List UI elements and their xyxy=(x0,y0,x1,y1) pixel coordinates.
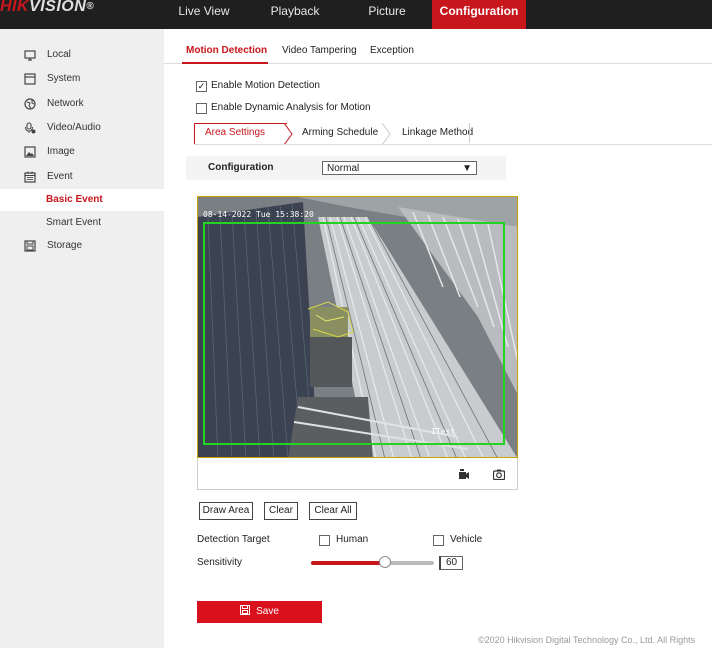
record-icon[interactable] xyxy=(458,469,470,480)
video-channel-label: ITest xyxy=(431,427,456,436)
save-button-label: Save xyxy=(256,606,279,617)
chevron-down-icon: ▼ xyxy=(462,163,472,174)
motion-detection-area[interactable] xyxy=(203,222,505,445)
human-checkbox[interactable] xyxy=(319,535,330,546)
sidebar-item-local[interactable]: Local xyxy=(0,44,164,66)
subtabs-baseline xyxy=(194,144,712,145)
floppy-icon xyxy=(24,240,36,252)
sensitivity-slider[interactable] xyxy=(311,561,434,565)
active-tab-underline xyxy=(182,62,268,64)
sidebar-item-video-audio[interactable]: Video/Audio xyxy=(0,117,164,139)
sidebar-item-storage[interactable]: Storage xyxy=(0,235,164,257)
configuration-select[interactable]: Normal ▼ xyxy=(322,161,477,175)
sensitivity-label: Sensitivity xyxy=(197,557,243,568)
sidebar-item-label: Smart Event xyxy=(46,217,102,228)
subtab-arrow xyxy=(382,123,391,145)
event-tabs: Motion Detection Video Tampering Excepti… xyxy=(164,29,712,64)
copyright-text: ©2020 Hikvision Digital Technology Co., … xyxy=(478,635,696,645)
video-preview[interactable]: 08-14-2022 Tue 15:38:20 ITest xyxy=(197,196,518,458)
sidebar-item-label: Image xyxy=(47,146,75,157)
nav-live-view[interactable]: Live View xyxy=(176,0,232,29)
vehicle-checkbox[interactable] xyxy=(433,535,444,546)
tab-video-tampering[interactable]: Video Tampering xyxy=(282,45,357,56)
video-toolbar xyxy=(197,458,518,490)
draw-area-button[interactable]: Draw Area xyxy=(199,502,253,520)
enable-dynamic-analysis-checkbox[interactable] xyxy=(196,103,207,114)
sidebar-item-label: Event xyxy=(47,171,73,182)
main-content: Motion Detection Video Tampering Excepti… xyxy=(164,29,712,648)
top-bar: HIKVISION® Live View Playback Picture Co… xyxy=(0,0,712,29)
video-timestamp: 08-14-2022 Tue 15:38:20 xyxy=(203,210,314,219)
detection-target-label: Detection Target xyxy=(197,534,270,545)
clear-button[interactable]: Clear xyxy=(264,502,298,520)
save-button[interactable]: Save xyxy=(197,601,322,623)
tab-exception[interactable]: Exception xyxy=(370,45,414,56)
sidebar-item-label: Local xyxy=(47,49,71,60)
sidebar-item-label: System xyxy=(47,73,81,84)
sensitivity-slider-handle[interactable] xyxy=(378,556,391,568)
enable-dynamic-analysis-label: Enable Dynamic Analysis for Motion xyxy=(211,102,371,113)
monitor-icon xyxy=(24,50,36,61)
sensitivity-value-input[interactable]: 60 xyxy=(439,556,463,570)
subtab-divider xyxy=(469,123,470,143)
enable-motion-detection-label: Enable Motion Detection xyxy=(211,80,320,91)
sidebar-item-network[interactable]: Network xyxy=(0,93,164,115)
subtab-area-settings[interactable]: Area Settings xyxy=(205,123,265,143)
calendar-icon xyxy=(24,171,36,183)
human-label: Human xyxy=(336,534,369,545)
sidebar-item-label: Storage xyxy=(47,240,83,251)
sidebar: Local System Network Video/Audio Image E… xyxy=(0,29,164,648)
sidebar-item-event[interactable]: Event xyxy=(0,166,164,188)
nav-playback[interactable]: Playback xyxy=(267,0,323,29)
clear-all-button[interactable]: Clear All xyxy=(309,502,357,520)
sidebar-item-image[interactable]: Image xyxy=(0,141,164,163)
tab-motion-detection[interactable]: Motion Detection xyxy=(186,45,267,56)
sensitivity-slider-fill xyxy=(311,561,385,565)
camera-icon[interactable] xyxy=(493,469,505,480)
nav-configuration[interactable]: Configuration xyxy=(432,0,526,29)
floppy-icon xyxy=(240,605,251,615)
subtab-linkage-method[interactable]: Linkage Method xyxy=(402,123,473,143)
microphone-icon xyxy=(25,122,36,134)
sidebar-item-smart-event[interactable]: Smart Event xyxy=(0,212,164,234)
configuration-row: Configuration Normal ▼ xyxy=(186,156,506,180)
configuration-select-value: Normal xyxy=(327,163,360,174)
sidebar-item-label: Basic Event xyxy=(46,194,103,205)
sidebar-item-label: Video/Audio xyxy=(47,122,101,133)
vehicle-label: Vehicle xyxy=(450,534,483,545)
sidebar-item-label: Network xyxy=(47,98,84,109)
system-icon xyxy=(24,73,36,85)
image-icon xyxy=(24,146,36,158)
nav-picture[interactable]: Picture xyxy=(364,0,410,29)
subtab-arrow-active xyxy=(284,123,293,145)
hikvision-logo: HIKVISION® xyxy=(0,0,95,15)
globe-icon xyxy=(24,98,36,110)
subtab-arming-schedule[interactable]: Arming Schedule xyxy=(302,123,378,143)
configuration-label: Configuration xyxy=(208,162,274,173)
sidebar-item-basic-event[interactable]: Basic Event xyxy=(0,189,164,211)
enable-motion-detection-checkbox[interactable]: ✓ xyxy=(196,81,207,92)
sidebar-item-system[interactable]: System xyxy=(0,68,164,90)
